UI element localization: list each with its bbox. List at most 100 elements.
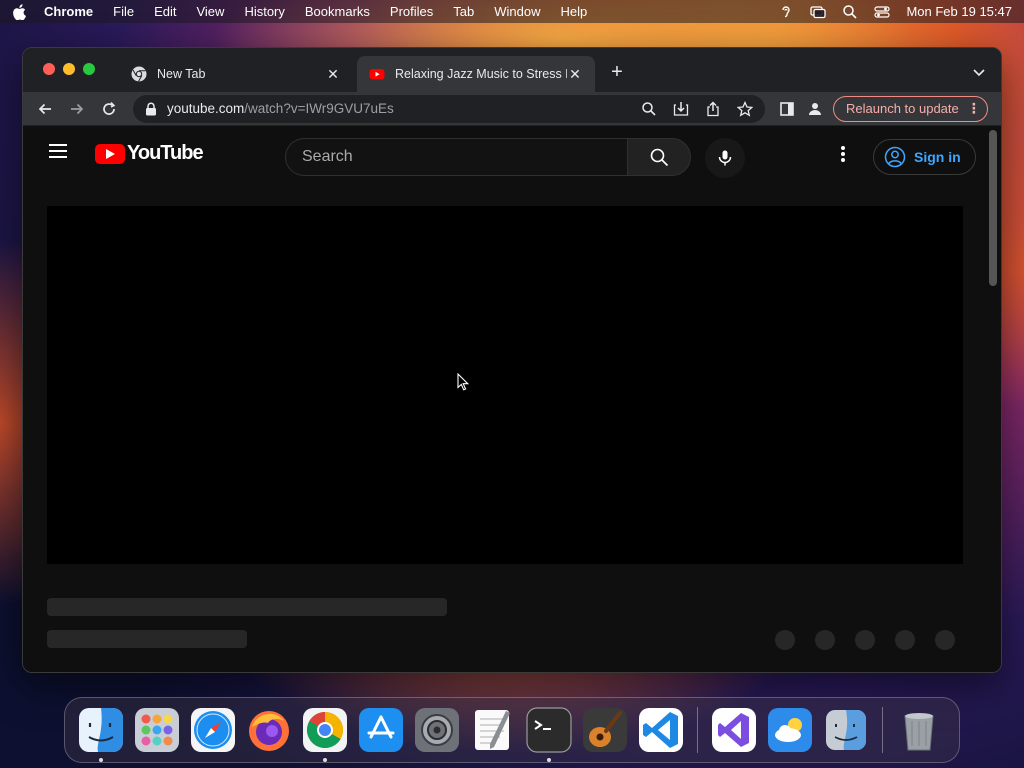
new-tab-button[interactable]: + xyxy=(607,62,627,82)
firefox-icon xyxy=(249,711,289,751)
finder-icon xyxy=(79,708,123,752)
menu-profiles[interactable]: Profiles xyxy=(390,4,433,19)
menu-tab[interactable]: Tab xyxy=(453,4,474,19)
dock-separator xyxy=(697,707,698,753)
menu-history[interactable]: History xyxy=(244,4,284,19)
running-indicator xyxy=(323,758,327,762)
dock-finder[interactable] xyxy=(78,707,124,762)
textedit-icon xyxy=(475,710,510,750)
tab-youtube[interactable]: Relaxing Jazz Music to Stress Relief ✕ xyxy=(357,56,595,92)
guitar-icon xyxy=(583,708,627,752)
menu-help[interactable]: Help xyxy=(561,4,588,19)
lock-icon[interactable] xyxy=(145,102,157,116)
dock-visual-studio[interactable] xyxy=(711,707,757,753)
spotlight-search-icon[interactable] xyxy=(842,4,858,20)
dock-terminal[interactable] xyxy=(526,707,572,762)
zoom-window-button[interactable] xyxy=(83,63,95,75)
dock-safari[interactable] xyxy=(190,707,236,753)
minimize-window-button[interactable] xyxy=(63,63,75,75)
page-scrollbar[interactable] xyxy=(989,130,997,286)
action-button-placeholder xyxy=(855,630,875,650)
dock-chrome[interactable] xyxy=(302,707,348,762)
tab-title: Relaxing Jazz Music to Stress Relief xyxy=(395,67,567,81)
back-button[interactable] xyxy=(31,95,59,123)
screen-mirroring-icon[interactable] xyxy=(810,4,827,20)
reload-icon xyxy=(103,101,116,115)
close-tab-icon[interactable]: ✕ xyxy=(325,66,341,82)
sign-in-button[interactable]: Sign in xyxy=(873,139,976,175)
gear-icon xyxy=(415,708,459,752)
guide-menu-icon[interactable] xyxy=(49,144,67,158)
chrome-icon xyxy=(131,66,147,82)
side-panel-icon[interactable] xyxy=(779,101,795,117)
dock-trash[interactable] xyxy=(896,707,942,753)
youtube-search-box: Search xyxy=(285,138,691,176)
sign-in-label: Sign in xyxy=(914,149,961,165)
voice-search-button[interactable] xyxy=(705,138,745,178)
dock-migration-assistant[interactable] xyxy=(823,707,869,753)
dock-weather[interactable] xyxy=(767,707,813,753)
migration-assistant-icon xyxy=(826,710,866,750)
menu-file[interactable]: File xyxy=(113,4,134,19)
dock-textedit[interactable] xyxy=(470,707,516,753)
dock xyxy=(64,697,960,763)
close-tab-icon[interactable]: ✕ xyxy=(567,66,583,82)
bookmark-star-icon[interactable] xyxy=(737,100,753,117)
youtube-header: YouTube Search Sign in xyxy=(23,126,1001,182)
running-indicator xyxy=(547,758,551,762)
video-title-placeholder xyxy=(47,598,447,616)
action-button-placeholder xyxy=(815,630,835,650)
search-input[interactable]: Search xyxy=(285,138,627,176)
app-store-icon xyxy=(359,708,403,752)
menubar-clock[interactable]: Mon Feb 19 15:47 xyxy=(906,4,1012,19)
window-controls xyxy=(43,63,95,75)
relaunch-label: Relaunch to update xyxy=(846,101,959,116)
vscode-icon xyxy=(639,708,683,752)
menu-app-name[interactable]: Chrome xyxy=(44,4,93,19)
chrome-menu-icon[interactable]: ⋮ xyxy=(967,100,981,117)
dock-launchpad[interactable] xyxy=(134,707,180,753)
video-player[interactable] xyxy=(47,206,963,564)
youtube-logo[interactable]: YouTube xyxy=(95,142,204,165)
settings-more-icon[interactable] xyxy=(839,144,847,164)
reload-button[interactable] xyxy=(95,95,123,123)
menu-bookmarks[interactable]: Bookmarks xyxy=(305,4,370,19)
profile-icon[interactable] xyxy=(807,101,823,117)
back-arrow-icon xyxy=(38,103,51,114)
apple-icon[interactable] xyxy=(12,3,26,20)
zoom-search-icon[interactable] xyxy=(641,101,657,117)
dock-firefox[interactable] xyxy=(246,707,292,753)
close-window-button[interactable] xyxy=(43,63,55,75)
search-button[interactable] xyxy=(627,138,691,176)
control-center-icon[interactable] xyxy=(874,4,891,20)
visual-studio-icon xyxy=(712,708,756,752)
menu-window[interactable]: Window xyxy=(494,4,540,19)
terminal-icon xyxy=(526,707,572,753)
dock-system-settings[interactable] xyxy=(414,707,460,753)
tab-search-chevron-icon[interactable] xyxy=(971,64,987,80)
safari-icon xyxy=(191,708,235,752)
running-indicator xyxy=(99,758,103,762)
action-button-placeholder xyxy=(935,630,955,650)
channel-name-placeholder xyxy=(47,630,247,648)
forward-button[interactable] xyxy=(63,95,91,123)
dock-app-store[interactable] xyxy=(358,707,404,753)
relaunch-to-update-button[interactable]: Relaunch to update ⋮ xyxy=(833,95,988,122)
youtube-play-icon xyxy=(95,143,125,164)
tab-new-tab[interactable]: New Tab ✕ xyxy=(119,56,353,92)
dock-garageband[interactable] xyxy=(582,707,628,753)
menu-view[interactable]: View xyxy=(196,4,224,19)
launchpad-icon xyxy=(135,708,179,752)
browser-toolbar: youtube.com/watch?v=IWr9GVU7uEs Relaunch… xyxy=(23,92,1001,126)
menu-edit[interactable]: Edit xyxy=(154,4,176,19)
address-bar[interactable]: youtube.com/watch?v=IWr9GVU7uEs xyxy=(133,94,765,123)
dock-vscode[interactable] xyxy=(638,707,684,753)
share-icon[interactable] xyxy=(705,100,721,117)
install-app-icon[interactable] xyxy=(673,101,689,117)
menu-bar: Chrome File Edit View History Bookmarks … xyxy=(0,0,1024,23)
hearing-icon[interactable] xyxy=(778,4,794,20)
youtube-logo-text: YouTube xyxy=(127,142,204,164)
trash-icon xyxy=(904,713,934,751)
action-button-placeholder xyxy=(895,630,915,650)
tab-title: New Tab xyxy=(157,67,206,81)
